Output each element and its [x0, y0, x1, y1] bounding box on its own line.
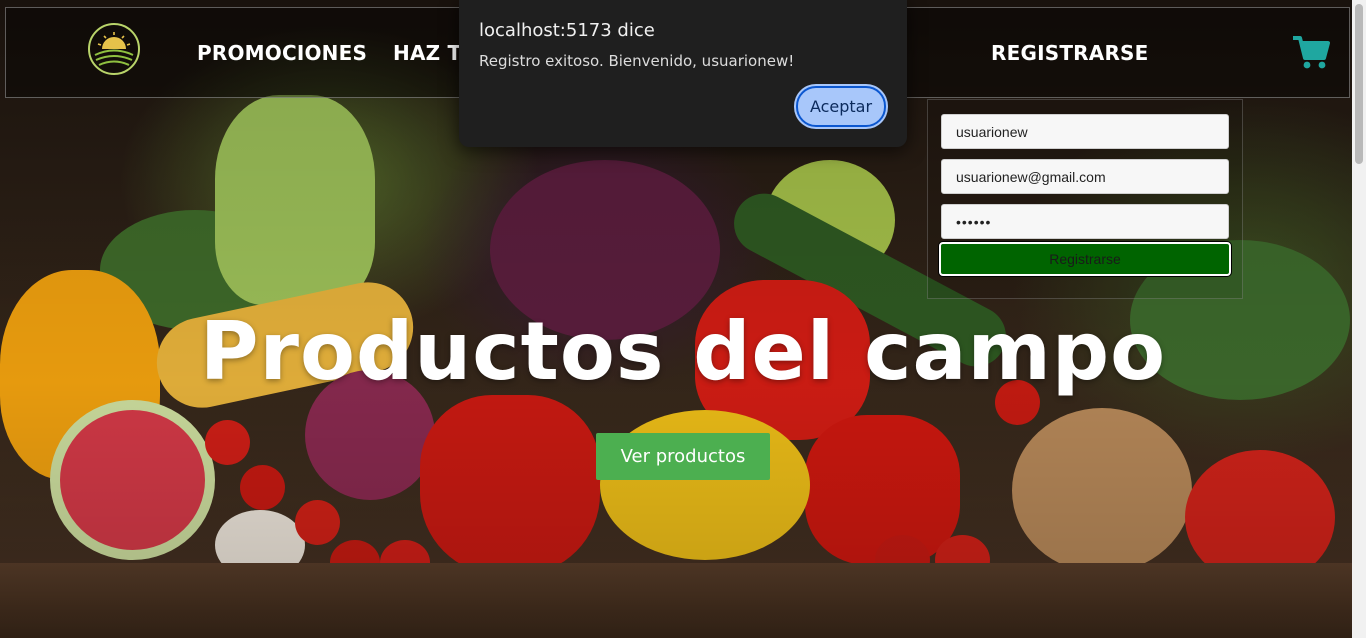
register-submit-button[interactable]: Registrarse [939, 242, 1231, 276]
dialog-accept-button[interactable]: Aceptar [796, 86, 886, 127]
logo-sun-field-icon[interactable] [87, 22, 141, 76]
view-products-button[interactable]: Ver productos [596, 433, 770, 480]
dialog-title: localhost:5173 dice [479, 20, 655, 41]
username-field[interactable] [941, 114, 1229, 149]
scrollbar-thumb[interactable] [1355, 4, 1363, 164]
alert-dialog: localhost:5173 dice Registro exitoso. Bi… [459, 0, 907, 147]
nav-link-registrarse[interactable]: REGISTRARSE [991, 41, 1149, 65]
email-field[interactable] [941, 159, 1229, 194]
nav-link-promociones[interactable]: PROMOCIONES [197, 41, 367, 65]
cart-icon[interactable] [1291, 32, 1331, 72]
hero-title: Productos del campo [199, 305, 1167, 398]
password-field[interactable] [941, 204, 1229, 239]
dialog-message: Registro exitoso. Bienvenido, usuarionew… [479, 52, 795, 70]
